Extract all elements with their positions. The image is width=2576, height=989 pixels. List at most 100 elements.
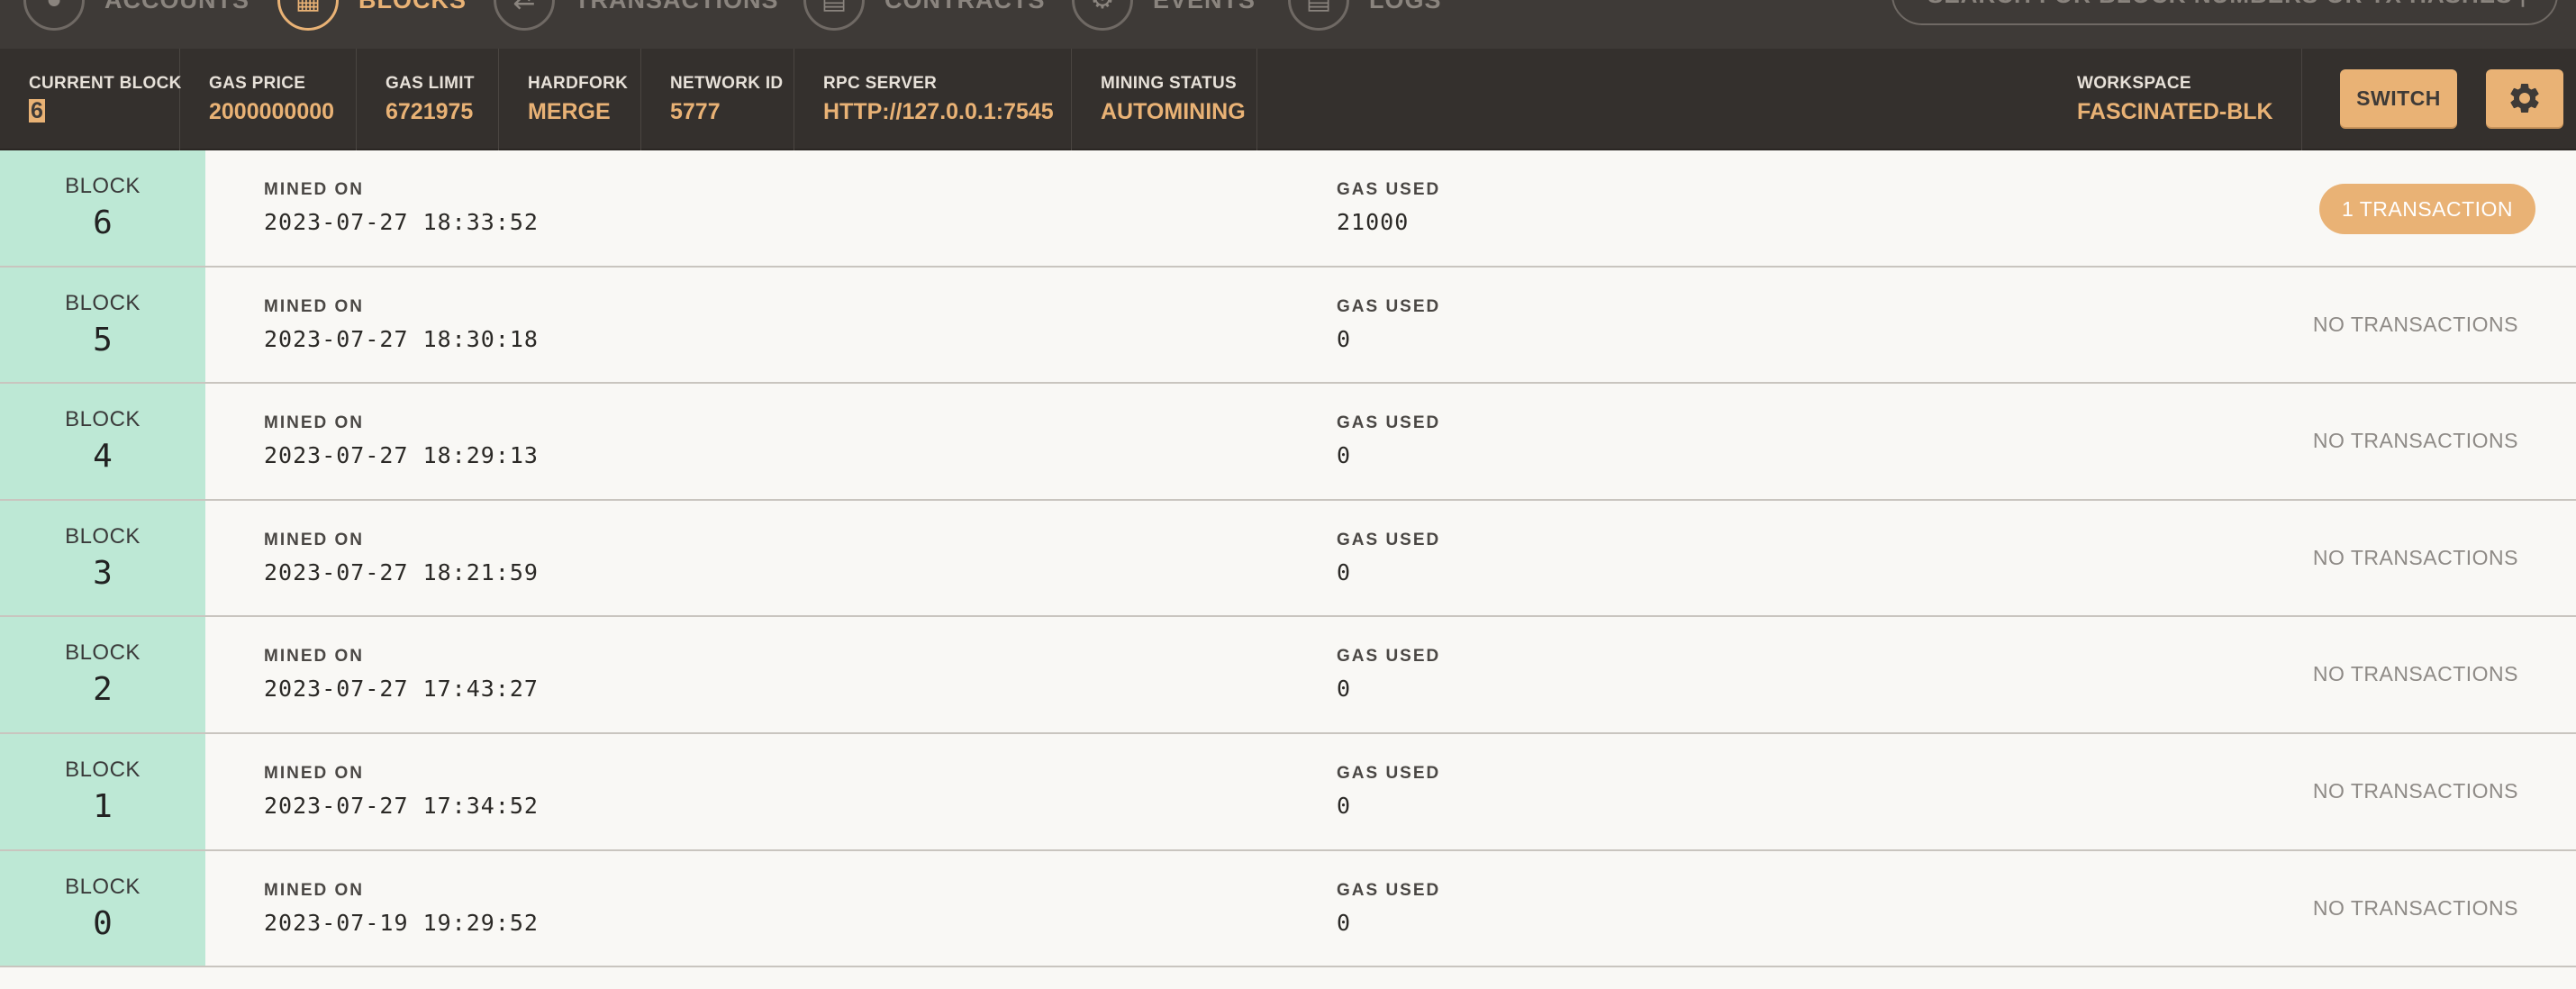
no-transactions-label: NO TRANSACTIONS: [2312, 778, 2518, 803]
block-badge: BLOCK 4: [0, 384, 205, 499]
mined-on-field: MINED ON 2023-07-27 18:29:13: [264, 413, 539, 468]
gas-used-label: GAS USED: [1337, 180, 1441, 199]
mined-on-label: MINED ON: [264, 880, 364, 900]
stat-label: CURRENT BLOCK: [29, 74, 182, 93]
block-row[interactable]: BLOCK 1 MINED ON 2023-07-27 17:34:52 GAS…: [0, 733, 2576, 851]
block-row[interactable]: BLOCK 3 MINED ON 2023-07-27 18:21:59 GAS…: [0, 500, 2576, 618]
block-label: BLOCK: [65, 290, 141, 315]
block-row[interactable]: BLOCK 0 MINED ON 2023-07-19 19:29:52 GAS…: [0, 850, 2576, 968]
mined-on-value: 2023-07-27 18:30:18: [264, 325, 539, 352]
block-label: BLOCK: [65, 757, 141, 782]
block-label: BLOCK: [65, 523, 141, 549]
gear-icon: [2510, 83, 2539, 113]
block-number: 3: [93, 554, 113, 592]
no-transactions-label: NO TRANSACTIONS: [2312, 662, 2518, 686]
settings-button[interactable]: [2486, 69, 2563, 127]
block-badge: BLOCK 2: [0, 617, 205, 732]
block-badge: BLOCK 3: [0, 500, 205, 616]
block-number: 5: [93, 321, 113, 358]
stat-value: HTTP://127.0.0.1:7545: [823, 99, 1054, 124]
no-transactions-label: NO TRANSACTIONS: [2312, 312, 2518, 336]
no-transactions-label: NO TRANSACTIONS: [2312, 895, 2518, 920]
mined-on-field: MINED ON 2023-07-27 18:21:59: [264, 531, 539, 585]
nav-transactions[interactable]: ⇄ TRANSACTIONS: [494, 0, 779, 32]
stat-label: GAS PRICE: [209, 74, 306, 93]
nav-events[interactable]: ⚙ EVENTS: [1072, 0, 1256, 32]
mined-on-value: 2023-07-27 18:29:13: [264, 442, 539, 469]
mined-on-field: MINED ON 2023-07-27 18:33:52: [264, 180, 539, 235]
gas-used-label: GAS USED: [1337, 880, 1441, 900]
mined-on-value: 2023-07-27 17:43:27: [264, 676, 539, 703]
stat-label: GAS LIMIT: [385, 74, 475, 93]
block-row[interactable]: BLOCK 6 MINED ON 2023-07-27 18:33:52 GAS…: [0, 150, 2576, 268]
stat-label: MINING STATUS: [1101, 74, 1237, 93]
mined-on-field: MINED ON 2023-07-27 18:30:18: [264, 297, 539, 352]
stats-bar: CURRENT BLOCK 6 GAS PRICE 2000000000 GAS…: [0, 49, 2576, 150]
stat-value: FASCINATED-BLK: [2077, 99, 2273, 124]
block-badge: BLOCK 1: [0, 733, 205, 849]
mined-on-label: MINED ON: [264, 763, 364, 783]
switch-button[interactable]: SWITCH: [2340, 69, 2457, 127]
block-row[interactable]: BLOCK 4 MINED ON 2023-07-27 18:29:13 GAS…: [0, 384, 2576, 501]
block-row[interactable]: BLOCK 2 MINED ON 2023-07-27 17:43:27 GAS…: [0, 617, 2576, 734]
gas-used-label: GAS USED: [1337, 647, 1441, 667]
stat-value: 6: [29, 98, 45, 123]
no-transactions-label: NO TRANSACTIONS: [2312, 545, 2518, 569]
stat-value: MERGE: [528, 99, 611, 124]
block-number: 4: [93, 438, 113, 476]
mined-on-value: 2023-07-27 17:34:52: [264, 792, 539, 819]
stat-gas-price: GAS PRICE 2000000000: [180, 49, 357, 150]
mined-on-field: MINED ON 2023-07-19 19:29:52: [264, 881, 539, 936]
block-label: BLOCK: [65, 174, 141, 198]
mined-on-field: MINED ON 2023-07-27 17:43:27: [264, 647, 539, 702]
stat-value: 5777: [670, 99, 721, 124]
nav-blocks[interactable]: ▦ BLOCKS: [277, 0, 467, 32]
gas-used-field: GAS USED 0: [1337, 647, 1440, 702]
block-number: 1: [93, 787, 113, 825]
transaction-count-button[interactable]: 1 TRANSACTION: [2319, 184, 2535, 234]
block-row[interactable]: BLOCK 5 MINED ON 2023-07-27 18:30:18 GAS…: [0, 267, 2576, 385]
transactions-icon: ⇄: [494, 0, 555, 31]
stat-hardfork: HARDFORK MERGE: [499, 49, 641, 150]
gas-used-value: 0: [1337, 325, 1352, 352]
no-transactions-label: NO TRANSACTIONS: [2312, 429, 2518, 453]
block-number: 2: [93, 671, 113, 709]
stat-label: RPC SERVER: [823, 74, 938, 93]
nav-accounts[interactable]: ● ACCOUNTS: [23, 0, 249, 32]
blocks-icon: ▦: [277, 0, 339, 31]
search-icon[interactable]: ⚲: [2513, 0, 2533, 11]
block-badge: BLOCK 0: [0, 850, 205, 966]
nav-logs-label: LOGS: [1369, 0, 1442, 14]
block-list: BLOCK 6 MINED ON 2023-07-27 18:33:52 GAS…: [0, 150, 2576, 968]
gas-used-field: GAS USED 0: [1337, 297, 1440, 352]
nav-contracts[interactable]: ▤ CONTRACTS: [803, 0, 1046, 32]
stat-network-id: NETWORK ID 5777: [641, 49, 794, 150]
contracts-icon: ▤: [803, 0, 865, 31]
nav-logs[interactable]: ▤ LOGS: [1288, 0, 1442, 32]
mined-on-label: MINED ON: [264, 180, 364, 199]
mined-on-label: MINED ON: [264, 413, 364, 433]
gas-used-value: 0: [1337, 792, 1352, 819]
block-badge: BLOCK 5: [0, 267, 205, 383]
mined-on-label: MINED ON: [264, 296, 364, 316]
gas-used-field: GAS USED 0: [1337, 531, 1440, 585]
events-icon: ⚙: [1072, 0, 1133, 31]
block-number: 0: [93, 904, 113, 942]
top-nav: ● ACCOUNTS ▦ BLOCKS ⇄ TRANSACTIONS ▤ CON…: [0, 0, 2576, 49]
gas-used-label: GAS USED: [1337, 413, 1441, 433]
mined-on-value: 2023-07-19 19:29:52: [264, 909, 539, 936]
block-label: BLOCK: [65, 874, 141, 899]
stat-mining-status: MINING STATUS AUTOMINING: [1072, 49, 1257, 150]
stat-label: NETWORK ID: [670, 74, 784, 93]
mined-on-value: 2023-07-27 18:33:52: [264, 209, 539, 235]
search-input[interactable]: [1926, 0, 2514, 10]
nav-accounts-label: ACCOUNTS: [104, 0, 249, 14]
block-number: 6: [93, 204, 113, 241]
block-label: BLOCK: [65, 640, 141, 666]
mined-on-value: 2023-07-27 18:21:59: [264, 558, 539, 585]
stat-value: 6721975: [385, 99, 474, 124]
stat-value: AUTOMINING: [1101, 99, 1246, 124]
stat-gas-limit: GAS LIMIT 6721975: [357, 49, 499, 150]
gas-used-field: GAS USED 0: [1337, 881, 1440, 936]
block-badge: BLOCK 6: [0, 150, 205, 266]
